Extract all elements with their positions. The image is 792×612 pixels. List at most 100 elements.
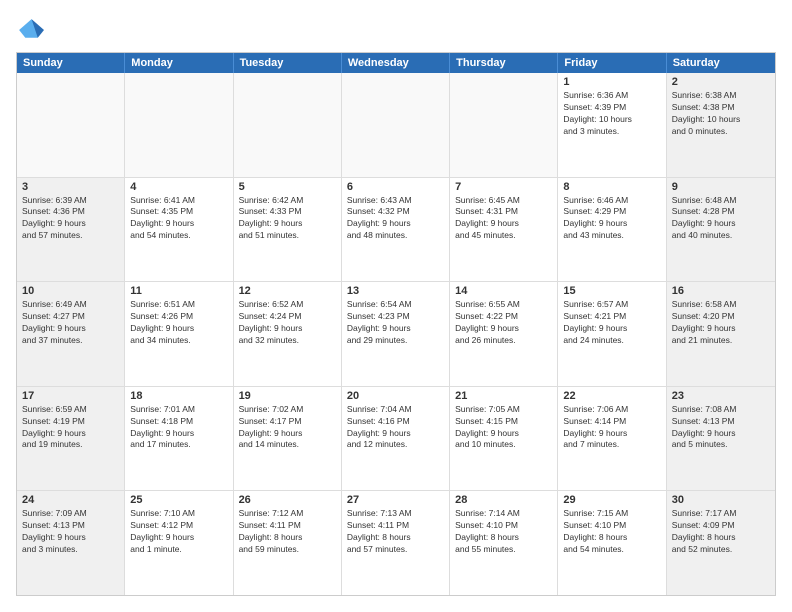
day-number: 5 bbox=[239, 181, 336, 193]
day-cell-30: 30 Sunrise: 7:17 AM Sunset: 4:09 PM Dayli… bbox=[667, 491, 775, 595]
day-cell-22: 22Sunrise: 7:06 AM Sunset: 4:14 PM Dayli… bbox=[558, 387, 666, 491]
day-info: Sunrise: 6:55 AM Sunset: 4:22 PM Dayligh… bbox=[455, 299, 552, 347]
day-cell-21: 21 Sunrise: 7:05 AM Sunset: 4:15 PM Dayli… bbox=[450, 387, 558, 491]
header-day-friday: Friday bbox=[558, 53, 666, 73]
day-number: 14 bbox=[455, 285, 552, 297]
day-number: 1 bbox=[563, 76, 660, 88]
day-info: Sunrise: 6:48 AM Sunset: 4:28 PM Dayligh… bbox=[672, 195, 770, 243]
day-info: Sunrise: 7:08 AM Sunset: 4:13 PM Dayligh… bbox=[672, 404, 770, 452]
day-cell-23: 23 Sunrise: 7:08 AM Sunset: 4:13 PM Dayli… bbox=[667, 387, 775, 491]
day-number: 13 bbox=[347, 285, 444, 297]
day-number: 19 bbox=[239, 390, 336, 402]
header-day-thursday: Thursday bbox=[450, 53, 558, 73]
day-cell-15: 15 Sunrise: 6:57 AM Sunset: 4:21 PM Dayli… bbox=[558, 282, 666, 386]
day-number: 8 bbox=[563, 181, 660, 193]
day-number: 16 bbox=[672, 285, 770, 297]
header-day-monday: Monday bbox=[125, 53, 233, 73]
day-cell-24: 24Sunrise: 7:09 AM Sunset: 4:13 PM Dayli… bbox=[17, 491, 125, 595]
day-cell-11: 11Sunrise: 6:51 AM Sunset: 4:26 PM Dayli… bbox=[125, 282, 233, 386]
day-number: 22 bbox=[563, 390, 660, 402]
week-row-1: 1 Sunrise: 6:36 AM Sunset: 4:39 PM Daylig… bbox=[17, 73, 775, 178]
day-info: Sunrise: 6:59 AM Sunset: 4:19 PM Dayligh… bbox=[22, 404, 119, 452]
header-day-sunday: Sunday bbox=[17, 53, 125, 73]
day-cell-19: 19 Sunrise: 7:02 AM Sunset: 4:17 PM Dayli… bbox=[234, 387, 342, 491]
day-info: Sunrise: 7:10 AM Sunset: 4:12 PM Dayligh… bbox=[130, 508, 227, 556]
day-cell-29: 29 Sunrise: 7:15 AM Sunset: 4:10 PM Dayli… bbox=[558, 491, 666, 595]
day-cell-6: 6 Sunrise: 6:43 AM Sunset: 4:32 PM Daylig… bbox=[342, 178, 450, 282]
day-cell-14: 14 Sunrise: 6:55 AM Sunset: 4:22 PM Dayli… bbox=[450, 282, 558, 386]
day-cell-4: 4Sunrise: 6:41 AM Sunset: 4:35 PM Daylig… bbox=[125, 178, 233, 282]
day-number: 25 bbox=[130, 494, 227, 506]
logo bbox=[16, 16, 48, 44]
header-day-saturday: Saturday bbox=[667, 53, 775, 73]
day-number: 3 bbox=[22, 181, 119, 193]
day-cell-5: 5 Sunrise: 6:42 AM Sunset: 4:33 PM Daylig… bbox=[234, 178, 342, 282]
page-header bbox=[16, 16, 776, 44]
day-cell-17: 17 Sunrise: 6:59 AM Sunset: 4:19 PM Dayli… bbox=[17, 387, 125, 491]
day-number: 20 bbox=[347, 390, 444, 402]
day-cell-12: 12 Sunrise: 6:52 AM Sunset: 4:24 PM Dayli… bbox=[234, 282, 342, 386]
day-number: 17 bbox=[22, 390, 119, 402]
day-cell-8: 8 Sunrise: 6:46 AM Sunset: 4:29 PM Daylig… bbox=[558, 178, 666, 282]
day-info: Sunrise: 6:46 AM Sunset: 4:29 PM Dayligh… bbox=[563, 195, 660, 243]
day-info: Sunrise: 7:14 AM Sunset: 4:10 PM Dayligh… bbox=[455, 508, 552, 556]
day-cell-28: 28 Sunrise: 7:14 AM Sunset: 4:10 PM Dayli… bbox=[450, 491, 558, 595]
day-info: Sunrise: 6:43 AM Sunset: 4:32 PM Dayligh… bbox=[347, 195, 444, 243]
empty-cell bbox=[17, 73, 125, 177]
day-number: 21 bbox=[455, 390, 552, 402]
day-number: 6 bbox=[347, 181, 444, 193]
day-cell-20: 20 Sunrise: 7:04 AM Sunset: 4:16 PM Dayli… bbox=[342, 387, 450, 491]
day-info: Sunrise: 7:12 AM Sunset: 4:11 PM Dayligh… bbox=[239, 508, 336, 556]
day-cell-7: 7 Sunrise: 6:45 AM Sunset: 4:31 PM Daylig… bbox=[450, 178, 558, 282]
day-info: Sunrise: 7:04 AM Sunset: 4:16 PM Dayligh… bbox=[347, 404, 444, 452]
day-info: Sunrise: 7:17 AM Sunset: 4:09 PM Dayligh… bbox=[672, 508, 770, 556]
day-info: Sunrise: 7:05 AM Sunset: 4:15 PM Dayligh… bbox=[455, 404, 552, 452]
week-row-4: 17 Sunrise: 6:59 AM Sunset: 4:19 PM Dayli… bbox=[17, 387, 775, 492]
week-row-2: 3 Sunrise: 6:39 AM Sunset: 4:36 PM Daylig… bbox=[17, 178, 775, 283]
day-number: 7 bbox=[455, 181, 552, 193]
day-number: 27 bbox=[347, 494, 444, 506]
day-cell-27: 27 Sunrise: 7:13 AM Sunset: 4:11 PM Dayli… bbox=[342, 491, 450, 595]
day-info: Sunrise: 7:13 AM Sunset: 4:11 PM Dayligh… bbox=[347, 508, 444, 556]
day-cell-16: 16 Sunrise: 6:58 AM Sunset: 4:20 PM Dayli… bbox=[667, 282, 775, 386]
day-info: Sunrise: 6:39 AM Sunset: 4:36 PM Dayligh… bbox=[22, 195, 119, 243]
day-number: 28 bbox=[455, 494, 552, 506]
day-cell-26: 26 Sunrise: 7:12 AM Sunset: 4:11 PM Dayli… bbox=[234, 491, 342, 595]
day-number: 15 bbox=[563, 285, 660, 297]
day-number: 12 bbox=[239, 285, 336, 297]
day-info: Sunrise: 6:49 AM Sunset: 4:27 PM Dayligh… bbox=[22, 299, 119, 347]
day-number: 29 bbox=[563, 494, 660, 506]
calendar: SundayMondayTuesdayWednesdayThursdayFrid… bbox=[16, 52, 776, 596]
day-info: Sunrise: 6:42 AM Sunset: 4:33 PM Dayligh… bbox=[239, 195, 336, 243]
day-info: Sunrise: 6:45 AM Sunset: 4:31 PM Dayligh… bbox=[455, 195, 552, 243]
day-info: Sunrise: 7:02 AM Sunset: 4:17 PM Dayligh… bbox=[239, 404, 336, 452]
day-info: Sunrise: 7:15 AM Sunset: 4:10 PM Dayligh… bbox=[563, 508, 660, 556]
day-number: 26 bbox=[239, 494, 336, 506]
day-cell-25: 25 Sunrise: 7:10 AM Sunset: 4:12 PM Dayli… bbox=[125, 491, 233, 595]
day-cell-1: 1 Sunrise: 6:36 AM Sunset: 4:39 PM Daylig… bbox=[558, 73, 666, 177]
day-cell-9: 9 Sunrise: 6:48 AM Sunset: 4:28 PM Daylig… bbox=[667, 178, 775, 282]
week-row-3: 10 Sunrise: 6:49 AM Sunset: 4:27 PM Dayli… bbox=[17, 282, 775, 387]
day-info: Sunrise: 6:54 AM Sunset: 4:23 PM Dayligh… bbox=[347, 299, 444, 347]
logo-icon bbox=[16, 16, 44, 44]
empty-cell bbox=[125, 73, 233, 177]
day-number: 23 bbox=[672, 390, 770, 402]
day-number: 18 bbox=[130, 390, 227, 402]
header-day-tuesday: Tuesday bbox=[234, 53, 342, 73]
empty-cell bbox=[234, 73, 342, 177]
day-info: Sunrise: 6:57 AM Sunset: 4:21 PM Dayligh… bbox=[563, 299, 660, 347]
calendar-body: 1 Sunrise: 6:36 AM Sunset: 4:39 PM Daylig… bbox=[17, 73, 775, 595]
day-number: 30 bbox=[672, 494, 770, 506]
day-info: Sunrise: 6:38 AM Sunset: 4:38 PM Dayligh… bbox=[672, 90, 770, 138]
day-number: 24 bbox=[22, 494, 119, 506]
week-row-5: 24Sunrise: 7:09 AM Sunset: 4:13 PM Dayli… bbox=[17, 491, 775, 595]
day-cell-10: 10 Sunrise: 6:49 AM Sunset: 4:27 PM Dayli… bbox=[17, 282, 125, 386]
day-info: Sunrise: 6:52 AM Sunset: 4:24 PM Dayligh… bbox=[239, 299, 336, 347]
day-info: Sunrise: 6:58 AM Sunset: 4:20 PM Dayligh… bbox=[672, 299, 770, 347]
empty-cell bbox=[450, 73, 558, 177]
day-cell-2: 2Sunrise: 6:38 AM Sunset: 4:38 PM Daylig… bbox=[667, 73, 775, 177]
day-number: 9 bbox=[672, 181, 770, 193]
header-day-wednesday: Wednesday bbox=[342, 53, 450, 73]
day-info: Sunrise: 6:36 AM Sunset: 4:39 PM Dayligh… bbox=[563, 90, 660, 138]
day-number: 10 bbox=[22, 285, 119, 297]
